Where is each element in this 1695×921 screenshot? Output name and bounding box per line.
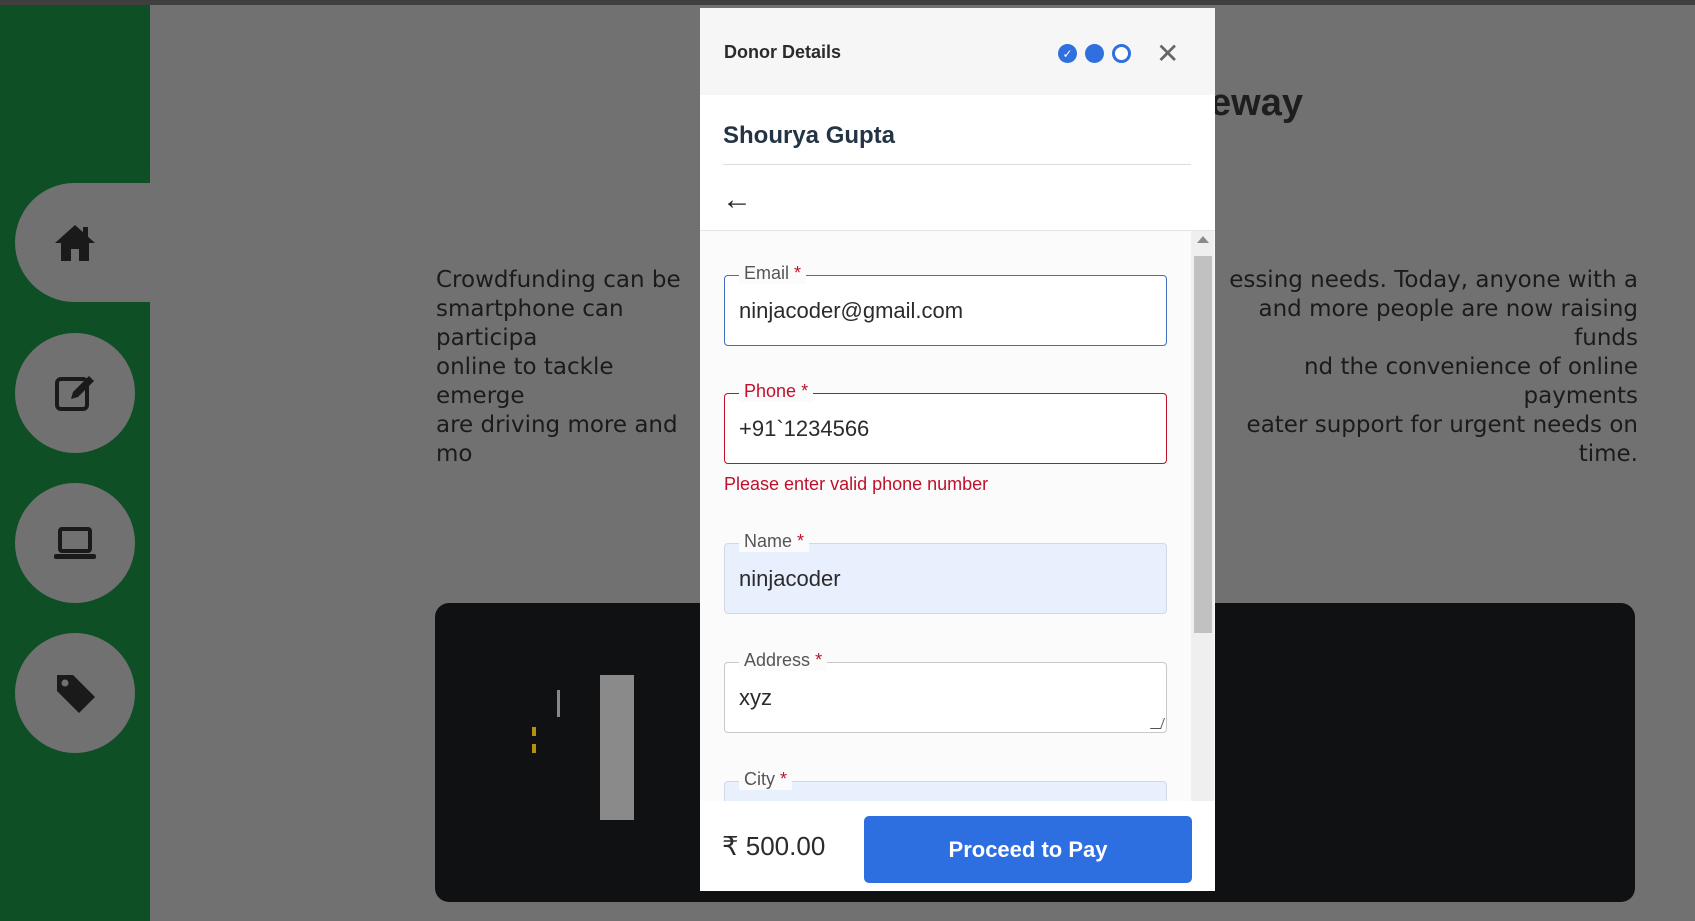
media-mark (532, 727, 536, 736)
modal-title: Donor Details (724, 42, 842, 62)
page-paragraph-left: Crowdfunding can be smartphone can parti… (436, 267, 681, 467)
city-label: City (744, 769, 775, 789)
address-value: xyz (739, 685, 772, 710)
required-mark: * (780, 769, 788, 789)
media-mark (600, 675, 634, 820)
step-pending-icon (1112, 44, 1131, 63)
donor-name: Shourya Gupta (723, 122, 896, 149)
phone-value: +91`1234566 (739, 416, 870, 441)
email-field[interactable]: Email * ninjacoder@gmail.com (724, 263, 1167, 346)
phone-error-message: Please enter valid phone number (724, 474, 989, 494)
scroll-up-icon[interactable] (1197, 236, 1209, 243)
donor-form: Email * ninjacoder@gmail.com Phone * +91… (700, 230, 1215, 801)
laptop-icon (54, 527, 96, 559)
sidebar-item-edit[interactable] (15, 333, 135, 453)
sidebar-item-laptop[interactable] (15, 483, 135, 603)
page-title-fragment: eway (1210, 82, 1303, 124)
name-value: ninjacoder (739, 566, 841, 591)
modal-header: Donor Details ✓ ✕ (700, 8, 1215, 95)
edit-icon (55, 376, 94, 411)
donation-amount: ₹ 500.00 (722, 831, 826, 861)
modal-footer: ₹ 500.00 Proceed to Pay (700, 801, 1215, 891)
sidebar-top (0, 5, 150, 183)
divider (723, 164, 1191, 165)
name-label: Name (744, 531, 793, 551)
required-mark: * (794, 263, 802, 283)
address-label: Address (744, 650, 811, 670)
phone-field[interactable]: Phone * +91`1234566 (724, 381, 1167, 464)
close-icon[interactable]: ✕ (1156, 40, 1179, 68)
required-mark: * (815, 650, 823, 670)
sidebar-item-home[interactable] (15, 183, 165, 302)
step-current-icon (1085, 44, 1104, 63)
back-arrow-icon[interactable]: ← (722, 185, 752, 215)
media-mark (557, 690, 560, 717)
email-value: ninjacoder@gmail.com (739, 298, 964, 323)
email-label: Email (744, 263, 790, 283)
sidebar-item-tags[interactable] (15, 633, 135, 753)
step-complete-icon: ✓ (1058, 44, 1077, 63)
top-border (0, 0, 1695, 5)
page-paragraph-right: essing needs. Today, anyone with a and m… (1229, 267, 1638, 467)
city-field[interactable]: City * (724, 769, 1167, 801)
step-indicator: ✓ (1058, 44, 1131, 63)
home-icon (55, 224, 95, 261)
tag-icon (57, 675, 95, 713)
donor-details-modal: Donor Details ✓ ✕ Shourya Gupta ← Email … (700, 8, 1215, 891)
scrollbar-thumb[interactable] (1194, 256, 1212, 633)
media-mark (532, 744, 536, 753)
address-field[interactable]: Address * xyz (724, 650, 1167, 733)
resize-handle-icon[interactable] (1149, 718, 1166, 729)
name-field[interactable]: Name * ninjacoder (724, 531, 1167, 614)
phone-label: Phone (744, 381, 797, 401)
required-mark: * (801, 381, 809, 401)
required-mark: * (797, 531, 805, 551)
proceed-to-pay-button[interactable]: Proceed to Pay (864, 816, 1192, 883)
